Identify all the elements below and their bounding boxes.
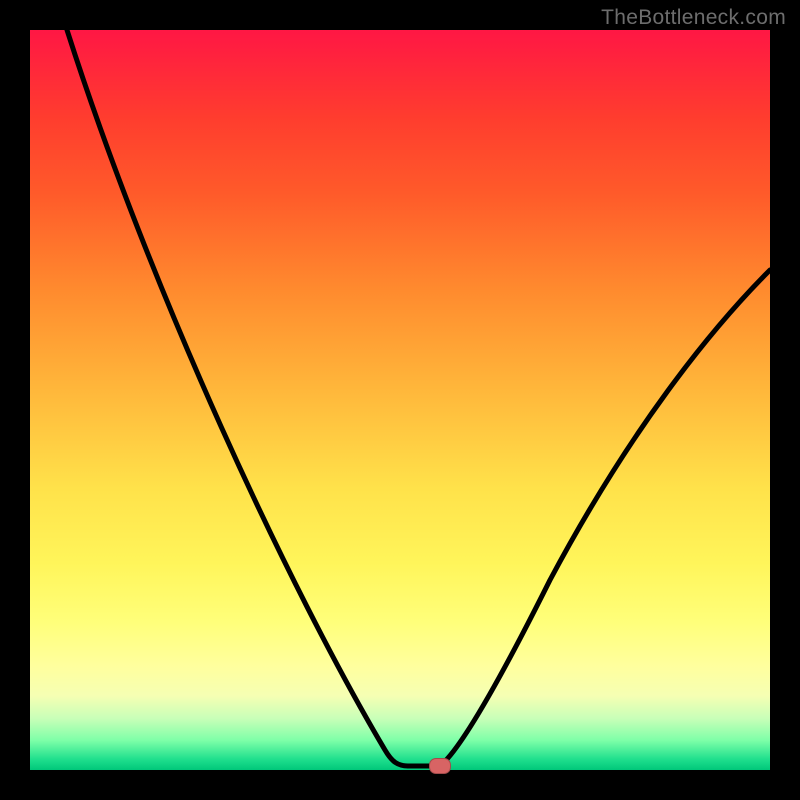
curve-right — [440, 270, 770, 766]
watermark-text: TheBottleneck.com — [601, 6, 786, 30]
bottleneck-marker — [429, 758, 451, 774]
curve-left — [67, 30, 408, 766]
bottleneck-curve — [30, 30, 770, 770]
plot-area — [30, 30, 770, 770]
chart-frame: TheBottleneck.com — [0, 0, 800, 800]
